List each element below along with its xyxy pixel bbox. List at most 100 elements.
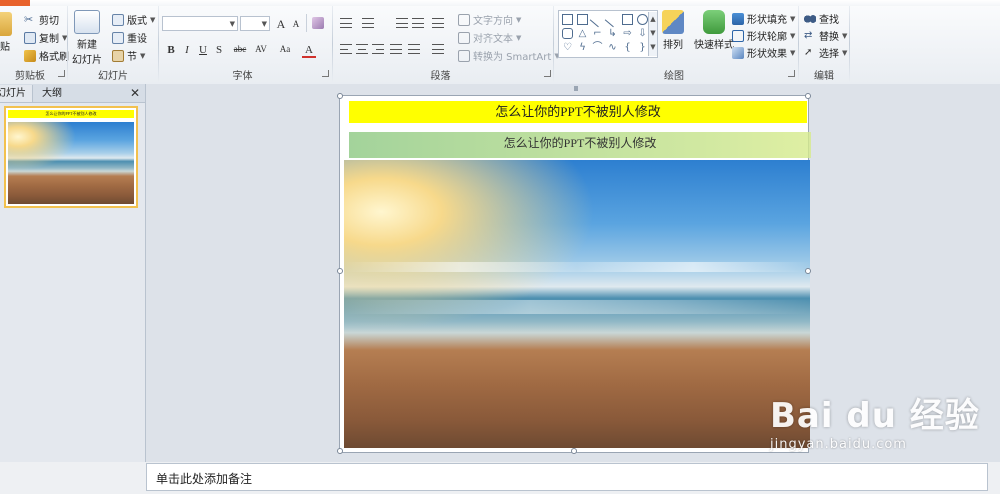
down-arrow-shape-icon[interactable]: ⇩ [637,28,648,39]
group-separator [158,6,159,82]
shape-outline-button[interactable]: 形状轮廓 ▼ [732,28,795,43]
bullets-icon[interactable] [340,18,352,28]
rounded-rect-shape-icon[interactable] [562,28,573,39]
shadow-button[interactable]: S [212,44,226,56]
new-slide-label-2: 幻灯片 [72,55,102,66]
grow-font-button[interactable]: A [274,17,288,32]
layout-icon [112,13,124,26]
rotate-handle-icon[interactable] [574,86,578,91]
arc-shape-icon[interactable]: ⌒ [592,42,603,53]
select-button[interactable]: ➚ 选择 ▼ [804,45,847,61]
wave-shape-icon[interactable]: ∿ [607,42,618,53]
elbow-connector-icon[interactable]: ⌐ [592,28,603,39]
textbox-shape-icon[interactable] [562,14,573,25]
arrow-shape-icon[interactable] [604,11,621,28]
replace-label: 替换 [819,32,839,43]
slide-thumbnail[interactable]: 怎么让你的PPT不被别人修改 [4,106,138,208]
resize-handle[interactable] [805,268,811,274]
line-shape-icon[interactable] [589,11,606,28]
line-spacing-icon[interactable] [432,18,444,28]
clipboard-launcher-icon[interactable] [58,70,65,77]
gallery-scroll[interactable]: ▲ ▼ ▼ [648,12,657,56]
shape-fill-button[interactable]: 形状填充 ▼ [732,11,795,26]
align-center-icon[interactable] [356,44,368,54]
convert-smartart-button[interactable]: 转换为 SmartArt ▼ [458,48,560,63]
arrange-label: 排列 [663,40,683,51]
underline-button[interactable]: U [196,44,210,56]
right-brace-shape-icon[interactable]: } [637,42,648,53]
replace-icon: ⇄ [804,29,813,41]
clipboard-group-label: 剪贴板 [15,71,45,82]
cut-button[interactable]: ✂ 剪切 [24,12,59,27]
section-label: 节 [127,52,137,63]
close-pane-icon[interactable]: ✕ [130,86,140,100]
cut-label: 剪切 [39,16,59,27]
tab-outline[interactable]: 大纲 [36,85,68,102]
italic-button[interactable]: I [180,44,194,56]
shape-outline-label: 形状轮廓 [747,32,787,43]
quick-styles-button[interactable]: 快速样式 [694,10,734,51]
distributed-icon[interactable] [408,44,420,54]
find-button[interactable]: 查找 [804,11,839,26]
resize-handle[interactable] [805,93,811,99]
new-slide-label-1: 新建 [77,40,97,51]
resize-handle[interactable] [337,448,343,454]
section-button[interactable]: 节 ▼ [112,48,145,63]
align-right-icon[interactable] [372,44,384,54]
right-arrow-shape-icon[interactable]: ⇨ [622,28,633,39]
paintbrush-icon [24,49,36,62]
strikethrough-button[interactable]: abc [230,44,250,54]
oval-shape-icon[interactable] [637,14,648,25]
change-case-button[interactable]: Aa [276,44,294,54]
paragraph-launcher-icon[interactable] [544,70,551,77]
arrange-button[interactable]: 排列 [662,10,684,51]
layout-button[interactable]: 版式 ▼ [112,12,155,27]
reset-button[interactable]: 重设 [112,30,147,45]
shapes-gallery[interactable]: △ ⌐ ↳ ⇨ ⇩ ♡ ϟ ⌒ ∿ { } [558,10,658,58]
resize-handle[interactable] [337,93,343,99]
font-color-button[interactable]: A [302,44,316,58]
copy-button[interactable]: 复制 ▼ [24,30,67,45]
numbering-icon[interactable] [362,18,374,28]
copy-label: 复制 [39,34,59,45]
decrease-indent-icon[interactable] [396,18,408,28]
left-brace-shape-icon[interactable]: { [622,42,633,53]
select-label: 选择 [819,49,839,60]
notes-placeholder[interactable]: 单击此处添加备注 [156,470,252,487]
smartart-icon [458,49,470,62]
columns-icon[interactable] [432,44,444,54]
file-tab-edge[interactable] [0,0,30,6]
resize-handle[interactable] [337,268,343,274]
replace-button[interactable]: ⇄ 替换 ▼ [804,28,847,44]
shape-effects-button[interactable]: 形状效果 ▼ [732,45,795,60]
character-spacing-button[interactable]: AV [252,44,270,54]
font-launcher-icon[interactable] [322,70,329,77]
rectangle-shape-icon[interactable] [622,14,633,25]
copy-icon [24,31,36,44]
shrink-font-button[interactable]: A [289,19,303,29]
paste-button[interactable]: 粘贴 [0,12,12,53]
format-painter-button[interactable]: 格式刷 [24,48,69,63]
heart-shape-icon[interactable]: ♡ [562,42,573,53]
bold-button[interactable]: B [164,44,178,56]
justify-icon[interactable] [390,44,402,54]
editing-group-label: 编辑 [814,71,834,82]
slide-title-top[interactable]: 怎么让你的PPT不被别人修改 [349,101,807,123]
drawing-launcher-icon[interactable] [788,70,795,77]
triangle-shape-icon[interactable]: △ [577,28,588,39]
tab-slides[interactable]: 幻灯片 [0,85,33,102]
lightning-shape-icon[interactable]: ϟ [577,42,588,53]
clear-format-icon[interactable] [312,17,324,29]
align-left-icon[interactable] [340,44,352,54]
textbox-vertical-shape-icon[interactable] [577,14,588,25]
text-direction-button[interactable]: 文字方向 ▼ [458,12,521,27]
elbow-arrow-icon[interactable]: ↳ [607,28,618,39]
thumbnail-title: 怎么让你的PPT不被别人修改 [8,110,134,118]
notes-pane[interactable] [146,463,988,491]
resize-handle[interactable] [571,448,577,454]
align-text-button[interactable]: 对齐文本 ▼ [458,30,521,45]
font-name-combo[interactable]: ▼ [162,16,238,31]
font-size-combo[interactable]: ▼ [240,16,270,31]
new-slide-button[interactable]: 新建 幻灯片 [72,10,102,66]
increase-indent-icon[interactable] [412,18,424,28]
